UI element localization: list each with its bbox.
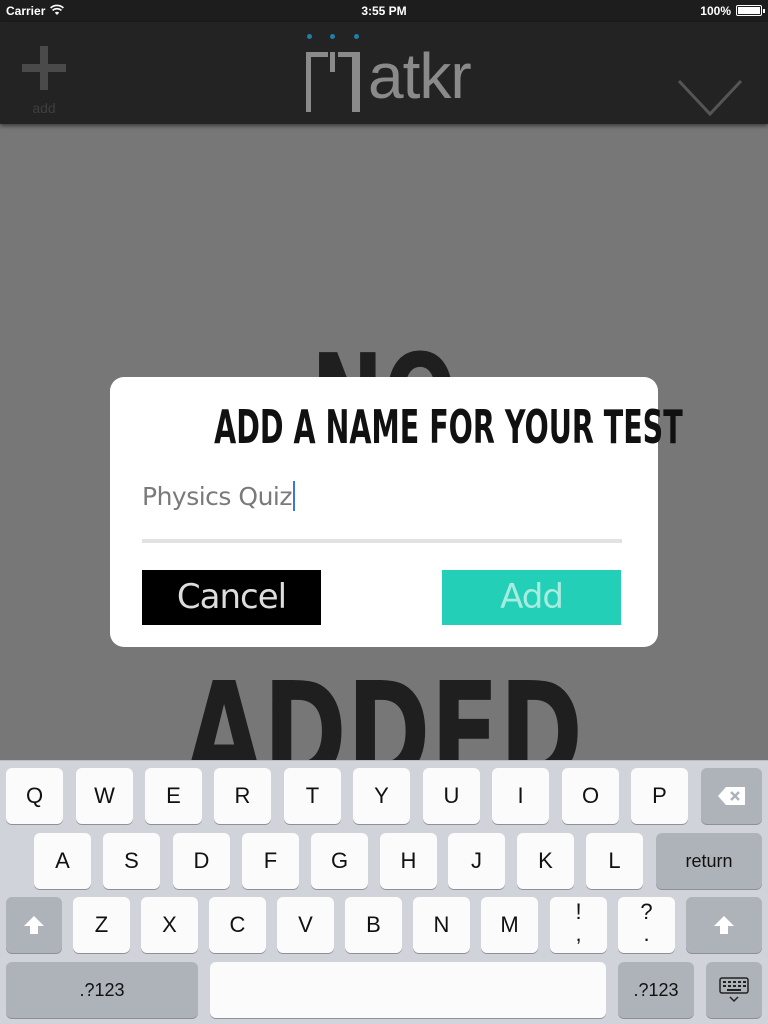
- key-i[interactable]: I: [492, 768, 549, 824]
- input-underline: [142, 539, 622, 543]
- add-button[interactable]: Add: [442, 570, 621, 625]
- key-q[interactable]: Q: [6, 768, 63, 824]
- shift-key-right[interactable]: [686, 897, 762, 953]
- key-exclamation-label: !: [575, 899, 582, 924]
- key-k[interactable]: K: [517, 833, 574, 889]
- backspace-icon: [717, 787, 745, 805]
- key-w[interactable]: W: [76, 768, 133, 824]
- space-key[interactable]: [210, 962, 606, 1018]
- add-test-button[interactable]: add: [18, 42, 70, 120]
- nav-bar: add atkr: [0, 22, 768, 124]
- key-n[interactable]: N: [413, 897, 470, 953]
- status-time: 3:55 PM: [361, 4, 407, 18]
- key-g[interactable]: G: [311, 833, 368, 889]
- shift-icon: [714, 916, 734, 934]
- shift-icon: [24, 916, 44, 934]
- key-y[interactable]: Y: [353, 768, 410, 824]
- key-f[interactable]: F: [242, 833, 299, 889]
- status-bar: Carrier 3:55 PM 100%: [0, 0, 768, 22]
- logo-text: atkr: [368, 40, 472, 112]
- key-a[interactable]: A: [34, 833, 91, 889]
- key-j[interactable]: J: [448, 833, 505, 889]
- add-test-dialog: ADD A NAME FOR YOUR TEST Physics Quiz Ca…: [110, 377, 683, 647]
- key-p[interactable]: P: [631, 768, 688, 824]
- app-logo: atkr: [302, 32, 477, 116]
- key-period-label: .: [643, 921, 650, 946]
- key-h[interactable]: H: [380, 833, 437, 889]
- key-z[interactable]: Z: [73, 897, 130, 953]
- test-name-value: Physics Quiz: [142, 482, 293, 511]
- key-v[interactable]: V: [277, 897, 334, 953]
- key-b[interactable]: B: [345, 897, 402, 953]
- key-d[interactable]: D: [173, 833, 230, 889]
- keyboard-dismiss-icon: [719, 977, 749, 1003]
- backspace-key[interactable]: [701, 768, 762, 824]
- shift-key-left[interactable]: [6, 897, 62, 953]
- plus-icon: [22, 46, 66, 90]
- key-question-label: ?: [640, 899, 653, 924]
- chevron-down-icon[interactable]: [676, 78, 744, 118]
- return-key[interactable]: return: [656, 833, 762, 889]
- dialog-title: ADD A NAME FOR YOUR TEST: [214, 400, 683, 454]
- key-t[interactable]: T: [284, 768, 341, 824]
- battery-percent: 100%: [700, 4, 731, 18]
- key-e[interactable]: E: [145, 768, 202, 824]
- battery-icon: [736, 5, 765, 16]
- key-x[interactable]: X: [141, 897, 198, 953]
- key-o[interactable]: O: [562, 768, 619, 824]
- text-caret: [293, 481, 295, 511]
- key-u[interactable]: U: [423, 768, 480, 824]
- numbers-key-right[interactable]: .?123: [618, 962, 694, 1018]
- on-screen-keyboard: Q W E R T Y U I O P A S D F G H J K L re…: [0, 760, 768, 1024]
- key-exclamation-comma[interactable]: ! ,: [550, 897, 607, 953]
- hide-keyboard-key[interactable]: [706, 962, 762, 1018]
- key-r[interactable]: R: [214, 768, 271, 824]
- key-question-period[interactable]: ? .: [618, 897, 675, 953]
- key-comma-label: ,: [575, 921, 582, 946]
- key-l[interactable]: L: [586, 833, 643, 889]
- test-name-input[interactable]: Physics Quiz: [142, 481, 622, 521]
- numbers-key-left[interactable]: .?123: [6, 962, 198, 1018]
- key-c[interactable]: C: [209, 897, 266, 953]
- add-button-label: add: [32, 100, 56, 116]
- key-s[interactable]: S: [103, 833, 160, 889]
- cancel-button[interactable]: Cancel: [142, 570, 321, 625]
- key-m[interactable]: M: [481, 897, 538, 953]
